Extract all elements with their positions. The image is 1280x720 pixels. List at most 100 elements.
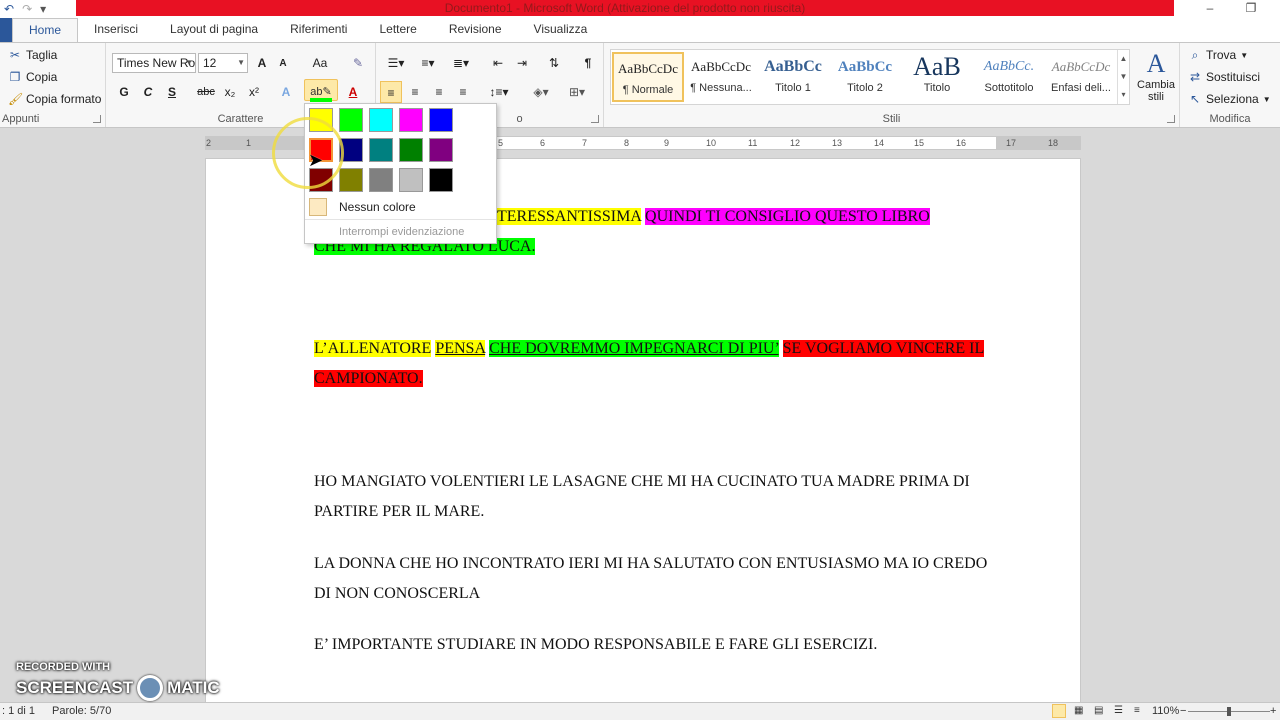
color-swatch-blue[interactable] [429,108,453,132]
align-right-icon[interactable]: ≡ [428,81,450,103]
style-no-spacing[interactable]: AaBbCcDc ¶ Nessuna... [685,52,757,102]
change-case-button[interactable]: Aa [308,52,332,74]
align-center-icon[interactable]: ≡ [404,81,426,103]
line-spacing-icon[interactable]: ↕≡▾ [484,81,514,103]
text-effects-icon[interactable]: A [276,81,296,103]
style-heading-2[interactable]: AaBbCc Titolo 2 [829,52,901,102]
clipboard-launcher[interactable] [93,115,101,123]
numbering-icon[interactable]: ≡▾ [414,52,442,74]
find-button[interactable]: ⌕ Trova ▼ [1188,48,1249,62]
clear-formatting-icon[interactable]: ✎ [348,52,368,74]
bullets-icon[interactable]: ☰▾ [382,52,410,74]
select-button[interactable]: ↖ Seleziona ▼ [1188,92,1271,106]
outline-icon[interactable]: ☰ [1114,705,1123,716]
tab-home[interactable]: Home [12,18,79,42]
font-color-button[interactable]: A [342,81,364,103]
styles-scroll[interactable]: ▲ ▼ ▾ [1117,50,1129,104]
multilevel-list-icon[interactable]: ≣▾ [446,52,476,74]
color-swatch-black[interactable] [429,168,453,192]
change-styles-button[interactable]: A Cambia stili [1136,49,1176,103]
zoom-out-button[interactable]: − [1180,705,1186,717]
style-preview: AaBbCc. [983,59,1035,74]
change-styles-label: Cambia stili [1137,79,1175,103]
print-layout-icon[interactable] [1052,704,1066,718]
show-marks-button[interactable]: ¶ [578,52,598,74]
full-screen-icon[interactable]: ▦ [1074,705,1083,716]
style-heading-1[interactable]: AaBbCc Titolo 1 [757,52,829,102]
web-layout-icon[interactable]: ▤ [1094,705,1103,716]
borders-icon[interactable]: ⊞▾ [562,81,592,103]
underline-button[interactable]: S [164,81,180,103]
color-swatch-bright-green[interactable] [339,108,363,132]
ruler-tick: 5 [498,138,504,148]
style-preview: AaBbCcDc [691,59,751,74]
color-swatch-teal[interactable] [369,138,393,162]
minimize-button[interactable]: – [1195,0,1225,18]
shading-icon[interactable]: ◈▾ [526,81,556,103]
page-count[interactable]: : 1 di 1 [2,705,35,717]
ruler-tick: 2 [206,138,212,148]
zoom-level[interactable]: 110% [1152,705,1179,717]
color-swatch-violet[interactable] [429,138,453,162]
copy-label: Copia [26,70,58,84]
highlight-color-button[interactable]: ab✎ [304,79,338,102]
justify-icon[interactable]: ≡ [452,81,474,103]
zoom-slider-handle[interactable] [1227,707,1231,716]
style-subtle-emphasis[interactable]: AaBbCcDc Enfasi deli... [1045,52,1117,102]
cut-button[interactable]: ✂ Taglia [8,48,57,62]
tab-insert[interactable]: Inserisci [78,18,154,42]
color-swatch-turquoise[interactable] [369,108,393,132]
sort-icon[interactable]: ⇅ [544,52,564,74]
paintbrush-icon: 🖌 [8,92,24,106]
color-swatch-green[interactable] [399,138,423,162]
color-swatch-gray-25[interactable] [399,168,423,192]
color-swatch-pink[interactable] [399,108,423,132]
color-swatch-gray-50[interactable] [369,168,393,192]
tab-references[interactable]: Riferimenti [274,18,363,42]
tab-view[interactable]: Visualizza [518,18,604,42]
highlight-magenta-text: QUINDI TI CONSIGLIO QUESTO LIBRO [645,208,930,225]
shrink-font-button[interactable]: A [276,53,290,75]
style-normal[interactable]: AaBbCcDc ¶ Normale [612,52,684,102]
style-title[interactable]: AaB Titolo [901,52,973,102]
window-title: Documento1 - Microsoft Word (Attivazione… [444,1,806,15]
decrease-indent-icon[interactable]: ⇤ [488,52,508,74]
redo-icon[interactable]: ↷ [22,2,32,16]
styles-launcher[interactable] [1167,115,1175,123]
subscript-button[interactable]: x₂ [220,81,240,103]
word-count[interactable]: Parole: 5/70 [52,705,111,717]
italic-button[interactable]: C [140,81,156,103]
screencast-watermark: RECORDED WITH SCREENCAST MATIC [16,661,220,701]
find-label: Trova [1206,48,1237,62]
font-name-value: Times New Ro [117,56,196,70]
style-preview: AaB [913,52,961,81]
customize-qat-icon[interactable]: ▾ [40,2,46,16]
format-painter-label: Copia formato [26,92,102,106]
file-tab[interactable] [0,18,12,42]
zoom-in-button[interactable]: + [1270,705,1276,717]
align-left-icon[interactable]: ≡ [380,81,402,103]
paragraph-launcher[interactable] [591,115,599,123]
styles-gallery: AaBbCcDc ¶ Normale AaBbCcDc ¶ Nessuna... A… [610,49,1130,105]
increase-indent-icon[interactable]: ⇥ [512,52,532,74]
ruler-tick: 16 [956,138,967,148]
superscript-button[interactable]: x² [244,81,264,103]
style-subtitle[interactable]: AaBbCc. Sottotitolo [973,52,1045,102]
tab-page-layout[interactable]: Layout di pagina [154,18,274,42]
tab-mailings[interactable]: Lettere [363,18,432,42]
undo-icon[interactable]: ↶ [4,2,14,16]
draft-icon[interactable]: ≡ [1134,705,1140,716]
copy-button[interactable]: ❐ Copia [8,70,58,84]
tab-review[interactable]: Revisione [433,18,518,42]
bold-button[interactable]: G [116,81,132,103]
style-name: ¶ Normale [622,84,674,96]
format-painter-button[interactable]: 🖌 Copia formato [8,92,101,106]
strikethrough-button[interactable]: abc [194,81,218,103]
color-swatch-dark-yellow[interactable] [339,168,363,192]
replace-button[interactable]: ⇄ Sostituisci [1188,70,1260,84]
no-color-option[interactable]: Nessun colore [309,198,416,216]
grow-font-button[interactable]: A [254,52,270,74]
restore-button[interactable]: ❐ [1236,0,1266,18]
font-size-combo[interactable]: 12 ▼ [198,53,248,73]
font-name-combo[interactable]: Times New Ro ▼ [112,53,196,73]
